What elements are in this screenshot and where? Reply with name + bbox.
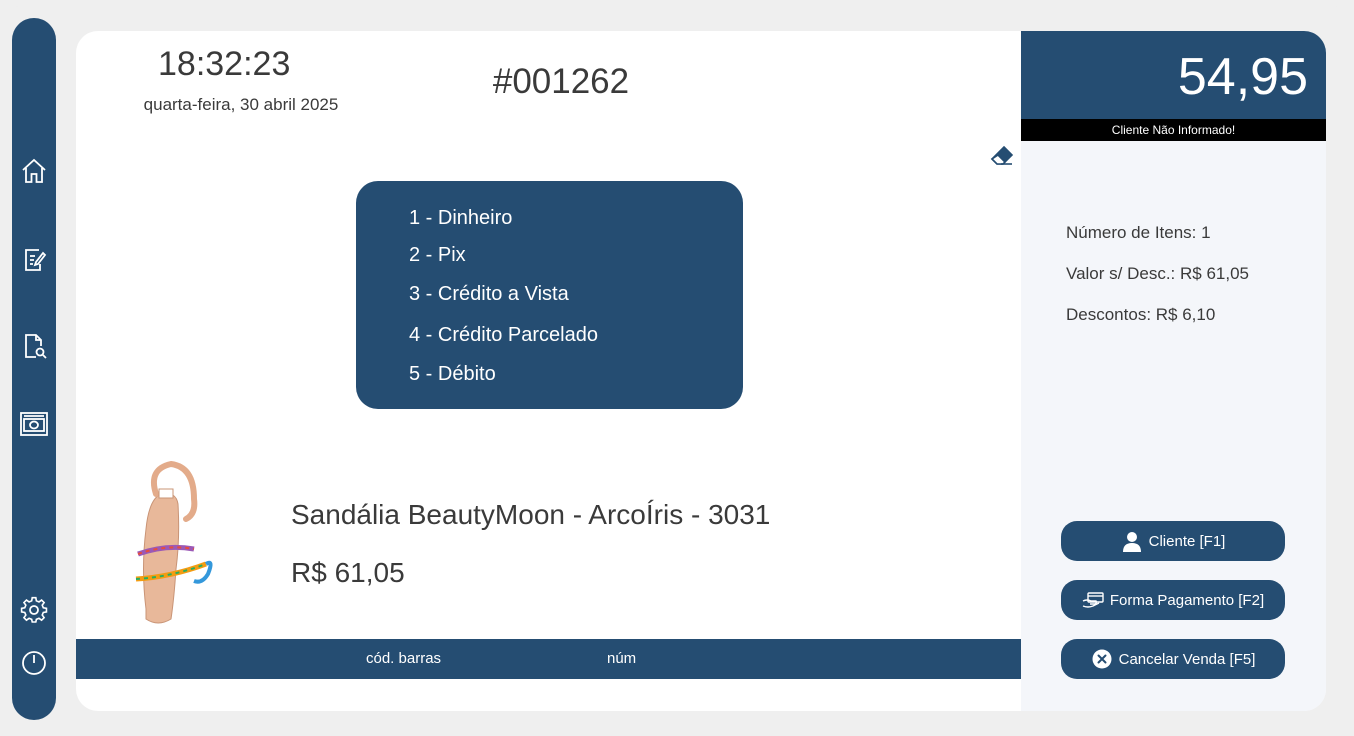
payment-menu: 1 - Dinheiro 2 - Pix 3 - Crédito a Vista…: [356, 181, 743, 409]
payment-option-dinheiro[interactable]: 1 - Dinheiro: [409, 207, 512, 230]
payment-button[interactable]: Forma Pagamento [F2]: [1061, 580, 1285, 620]
discounts: Descontos: R$ 6,10: [1066, 305, 1216, 324]
user-icon: [1122, 532, 1141, 552]
payment-option-pix[interactable]: 2 - Pix: [409, 244, 466, 267]
home-icon: [22, 158, 46, 183]
cash-icon: [20, 412, 48, 436]
sidebar-item-home[interactable]: [12, 151, 56, 191]
payment-button-label: Forma Pagamento [F2]: [1109, 591, 1265, 609]
power-icon: [22, 651, 46, 675]
sidebar-item-search[interactable]: [12, 326, 56, 366]
sale-number: #001262: [492, 62, 630, 101]
payment-option-debito[interactable]: 5 - Débito: [409, 363, 496, 386]
sidebar-item-cash[interactable]: [12, 404, 56, 444]
eraser-icon[interactable]: [990, 144, 1014, 168]
payment-option-credito-vista[interactable]: 3 - Crédito a Vista: [409, 283, 569, 306]
product-price: R$ 61,05: [291, 557, 405, 588]
items-count: Número de Itens: 1: [1066, 223, 1211, 242]
sidebar-item-power[interactable]: [12, 643, 56, 683]
summary-panel: 54,95 Cliente Não Informado! Número de I…: [1021, 31, 1326, 711]
edit-document-icon: [25, 249, 47, 271]
cancel-sale-button-label: Cancelar Venda [F5]: [1118, 650, 1256, 668]
sidebar-item-settings[interactable]: [12, 590, 56, 630]
total-box: 54,95: [1021, 31, 1326, 119]
barcode-input-bar[interactable]: cód. barras núm: [76, 639, 1021, 679]
product-image: [135, 460, 213, 624]
card-hand-icon: [1082, 592, 1104, 608]
sidebar: [12, 18, 56, 720]
client-status: Cliente Não Informado!: [1021, 119, 1326, 141]
client-button[interactable]: Cliente [F1]: [1061, 521, 1285, 561]
date-label: quarta-feira, 30 abril 2025: [143, 95, 339, 114]
total-value: 54,95: [1177, 48, 1308, 106]
gear-icon: [20, 596, 48, 623]
value-no-discount: Valor s/ Desc.: R$ 61,05: [1066, 264, 1249, 283]
product-name: Sandália BeautyMoon - ArcoÍris - 3031: [291, 499, 771, 530]
number-field[interactable]: núm: [607, 650, 636, 667]
main-panel: 18:32:23 quarta-feira, 30 abril 2025 #00…: [76, 31, 1326, 711]
close-circle-icon: [1092, 649, 1112, 669]
clock: 18:32:23: [158, 45, 291, 83]
sidebar-item-edit[interactable]: [12, 239, 56, 279]
cancel-sale-button[interactable]: Cancelar Venda [F5]: [1061, 639, 1285, 679]
payment-option-credito-parcelado[interactable]: 4 - Crédito Parcelado: [409, 324, 598, 347]
search-document-icon: [25, 334, 47, 359]
barcode-field[interactable]: cód. barras: [366, 650, 441, 667]
client-button-label: Cliente [F1]: [1148, 532, 1226, 550]
